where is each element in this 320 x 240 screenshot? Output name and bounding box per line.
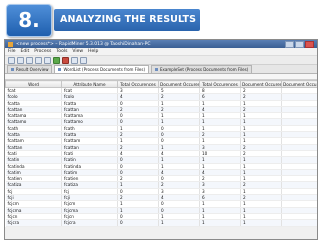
save-icon[interactable] [26, 56, 33, 64]
close-icon[interactable] [305, 40, 314, 48]
slide-number-badge: 8. [6, 4, 52, 37]
menu-bar: File Edit Process Tools View Help [5, 48, 317, 56]
tab-exampleset[interactable]: ExampleSet (Process Documents from Files… [151, 65, 253, 73]
table-cell: fcjcra [61, 219, 118, 227]
wordlist-icon [58, 68, 62, 71]
table-header-row: Word Attribute Name Total Occurences Docume… [5, 80, 317, 88]
menu-edit[interactable]: Edit [21, 49, 30, 54]
tab-label: WordList (Process Documents from Files) [63, 67, 146, 72]
minimize-icon[interactable] [285, 40, 294, 48]
table-cell: 0 [117, 219, 159, 227]
column-header[interactable]: Attribute Name [61, 80, 118, 88]
results-tab-bar: Result Overview WordList (Process Docume… [5, 65, 317, 74]
table-body: fcat fcat 3 5 8 2 fcolo fcolo 4 2 6 2 fcatta fcatta 0 1… [5, 87, 317, 227]
table-cell: fcjcra [5, 219, 62, 227]
undo-icon[interactable] [35, 56, 42, 64]
table-cell: 1 [158, 219, 200, 227]
app-icon [8, 41, 13, 47]
slide-title: ANALYZING THE RESULTS [54, 9, 200, 31]
redo-icon[interactable] [44, 56, 51, 64]
menu-process[interactable]: Process [34, 49, 51, 54]
slide-header: 8. ANALYZING THE RESULTS [0, 0, 320, 38]
column-header[interactable]: Document Occurrences [281, 80, 317, 88]
column-header[interactable]: Document Occurences [240, 80, 282, 88]
run-icon[interactable] [53, 56, 60, 64]
result-overview-icon [11, 68, 14, 71]
column-header[interactable]: Total Occurences [117, 80, 159, 88]
tab-result-overview[interactable]: Result Overview [7, 65, 53, 73]
window-title-bar: <new process*> – RapidMiner 5.3.013 @ Ta… [5, 40, 317, 48]
stop-icon[interactable] [62, 56, 69, 64]
table-cell: 1 [240, 219, 282, 227]
column-header[interactable]: Document Occurences [158, 80, 200, 88]
menu-help[interactable]: Help [88, 49, 98, 54]
column-header[interactable]: Word [5, 80, 62, 88]
menu-view[interactable]: View [72, 49, 83, 54]
exampleset-icon [155, 68, 159, 71]
results-perspective-icon[interactable] [80, 56, 87, 64]
table-cell: 1 [199, 219, 241, 227]
new-process-icon[interactable] [8, 56, 15, 64]
maximize-icon[interactable] [295, 40, 304, 48]
table-row[interactable]: fcjcra fcjcra 0 1 1 1 [5, 219, 317, 227]
tab-label: Result Overview [16, 67, 49, 72]
menu-file[interactable]: File [8, 49, 16, 54]
table-cell [281, 219, 317, 227]
app-window: <new process*> – RapidMiner 5.3.013 @ Ta… [4, 39, 318, 240]
tab-wordlist[interactable]: WordList (Process Documents from Files) [54, 65, 150, 73]
open-icon[interactable] [17, 56, 24, 64]
wordlist-table: Word Attribute Name Total Occurences Docume… [5, 80, 317, 227]
design-perspective-icon[interactable] [71, 56, 78, 64]
menu-tools[interactable]: Tools [56, 49, 67, 54]
toolbar [5, 56, 317, 65]
tab-label: ExampleSet (Process Documents from Files… [160, 67, 249, 72]
column-header[interactable]: Total Occurences [199, 80, 241, 88]
window-title: <new process*> – RapidMiner 5.3.013 @ Ta… [16, 41, 151, 47]
